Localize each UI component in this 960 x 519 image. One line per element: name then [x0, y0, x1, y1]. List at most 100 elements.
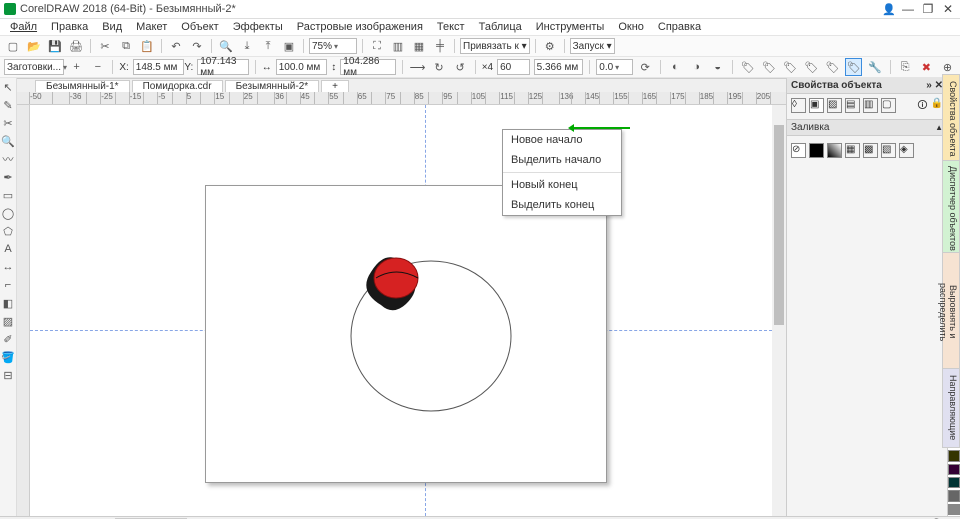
shadow-tool[interactable]: ◧ [1, 296, 15, 310]
blend-cw-button[interactable]: ↻ [430, 58, 447, 76]
user-icon[interactable]: 👤 [882, 3, 896, 16]
start-end-button[interactable]: 🔧 [866, 58, 883, 76]
y-input[interactable]: 107.143 мм [197, 59, 249, 75]
tab-char[interactable]: ▤ [845, 98, 860, 113]
color-swatch[interactable] [948, 477, 960, 488]
zoom-tool[interactable]: 🔍 [1, 134, 15, 148]
docker-controls[interactable]: » ✕ [926, 80, 943, 91]
rulers-button[interactable]: ▥ [389, 37, 407, 55]
fill-pattern2[interactable]: ▩ [863, 143, 878, 158]
extra5-button[interactable]: 🏷 [824, 58, 841, 76]
angle-combo[interactable]: 0.0 [596, 59, 632, 75]
zoom-combo[interactable]: 75% [309, 38, 357, 54]
h-input[interactable]: 104.286 мм [340, 59, 395, 75]
x-input[interactable]: 148.5 мм [133, 59, 185, 75]
accel2-button[interactable]: ◑ [688, 58, 705, 76]
fill-pattern[interactable]: ▦ [845, 143, 860, 158]
vtab-mgr[interactable]: Диспетчер объектов [942, 160, 960, 256]
outline-tool[interactable]: ⊟ [1, 368, 15, 382]
paste-button[interactable]: 📋 [138, 37, 156, 55]
color-swatch[interactable] [948, 450, 960, 461]
guides-button[interactable]: ╪ [431, 37, 449, 55]
import-button[interactable]: ⤓ [238, 37, 256, 55]
fill-tool[interactable]: 🪣 [1, 350, 15, 364]
open-button[interactable]: 📂 [25, 37, 43, 55]
export-button[interactable]: ⤒ [259, 37, 277, 55]
menu-текст[interactable]: Текст [431, 20, 471, 34]
transparency-tool[interactable]: ▨ [1, 314, 15, 328]
extra4-button[interactable]: 🏷 [803, 58, 820, 76]
freehand-tool[interactable]: 〰 [1, 152, 15, 166]
menu-эффекты[interactable]: Эффекты [227, 20, 289, 34]
blend-direct-button[interactable]: ⟶ [409, 58, 427, 76]
doc-tab[interactable]: Помидорка.cdr [132, 80, 223, 92]
tab-para[interactable]: ▥ [863, 98, 878, 113]
fill-texture[interactable]: ▧ [881, 143, 896, 158]
print-button[interactable]: 🖨 [67, 37, 85, 55]
copy-props-button[interactable]: ⎘ [897, 58, 914, 76]
blend-ccw-button[interactable]: ↺ [452, 58, 469, 76]
copy-button[interactable]: ⧉ [117, 37, 135, 55]
publish-button[interactable]: ▣ [280, 37, 298, 55]
launch-dropdown[interactable]: Запуск ▾ [570, 38, 615, 54]
menu-справка[interactable]: Справка [652, 20, 707, 34]
menu-select-end[interactable]: Выделить конец [503, 195, 621, 215]
fill-postscript[interactable]: ◈ [899, 143, 914, 158]
ruler-horizontal[interactable]: -50-36-25-15-551525364555657585951051151… [17, 92, 786, 105]
loop-button[interactable]: ⟳ [637, 58, 654, 76]
clear-blend-button[interactable]: ✖ [918, 58, 935, 76]
artistic-tool[interactable]: ✒ [1, 170, 15, 184]
ellipse-tool[interactable]: ◯ [1, 206, 15, 220]
doc-tab[interactable]: Безымянный-2* [225, 80, 320, 92]
menu-растровые изображения[interactable]: Растровые изображения [291, 20, 429, 34]
shape-tool[interactable]: ✎ [1, 98, 15, 112]
fill-none[interactable]: ⊘ [791, 143, 806, 158]
color-swatch[interactable] [948, 504, 960, 515]
preset-add-button[interactable]: + [68, 58, 85, 76]
text-tool[interactable]: A [1, 242, 15, 256]
redo-button[interactable]: ↷ [188, 37, 206, 55]
menu-макет[interactable]: Макет [130, 20, 173, 34]
close-button[interactable]: ✕ [940, 2, 956, 16]
extra3-button[interactable]: 🏷 [782, 58, 799, 76]
new-button[interactable]: ▢ [4, 37, 22, 55]
step-input[interactable]: 60 [497, 59, 530, 75]
cut-button[interactable]: ✂ [96, 37, 114, 55]
presets-combo[interactable]: Заготовки... [4, 59, 64, 75]
save-button[interactable]: 💾 [46, 37, 64, 55]
snap-dropdown[interactable]: Привязать к ▾ [460, 38, 530, 54]
extra2-button[interactable]: 🏷 [760, 58, 777, 76]
undo-button[interactable]: ↶ [167, 37, 185, 55]
w-input[interactable]: 100.0 мм [276, 59, 328, 75]
menu-файл[interactable]: Файл [4, 20, 43, 34]
color-swatch[interactable] [948, 490, 960, 501]
menu-таблица[interactable]: Таблица [473, 20, 528, 34]
eyedropper-tool[interactable]: ✐ [1, 332, 15, 346]
tab-info[interactable]: 🛈 [917, 98, 927, 115]
menu-правка[interactable]: Правка [45, 20, 94, 34]
fullscreen-button[interactable]: ⛶ [368, 37, 386, 55]
menu-new-end[interactable]: Новый конец [503, 175, 621, 195]
pick-tool[interactable]: ↖ [1, 80, 15, 94]
menu-select-start[interactable]: Выделить начало [503, 150, 621, 170]
preset-del-button[interactable]: − [89, 58, 106, 76]
ruler-vertical[interactable] [17, 105, 30, 516]
accel3-button[interactable]: ◒ [709, 58, 726, 76]
tab-trans[interactable]: ▨ [827, 98, 842, 113]
dimension-tool[interactable]: ↔ [1, 260, 15, 274]
fill-solid[interactable] [809, 143, 824, 158]
path-props-button[interactable]: 🏷 [845, 58, 862, 76]
tab-outline[interactable]: ◊ [791, 98, 806, 113]
doc-tab[interactable]: Безымянный-1* [35, 80, 130, 92]
spacing-input[interactable]: 5.366 мм [534, 59, 584, 75]
menu-вид[interactable]: Вид [96, 20, 128, 34]
grid-button[interactable]: ▦ [410, 37, 428, 55]
canvas[interactable] [30, 105, 772, 516]
accel-button[interactable]: ◐ [667, 58, 684, 76]
rectangle-tool[interactable]: ▭ [1, 188, 15, 202]
extra1-button[interactable]: 🏷 [739, 58, 756, 76]
options-button[interactable]: ⚙ [541, 37, 559, 55]
menu-инструменты[interactable]: Инструменты [530, 20, 611, 34]
minimize-button[interactable]: — [900, 2, 916, 16]
connect-tool[interactable]: ⌐ [1, 278, 15, 292]
